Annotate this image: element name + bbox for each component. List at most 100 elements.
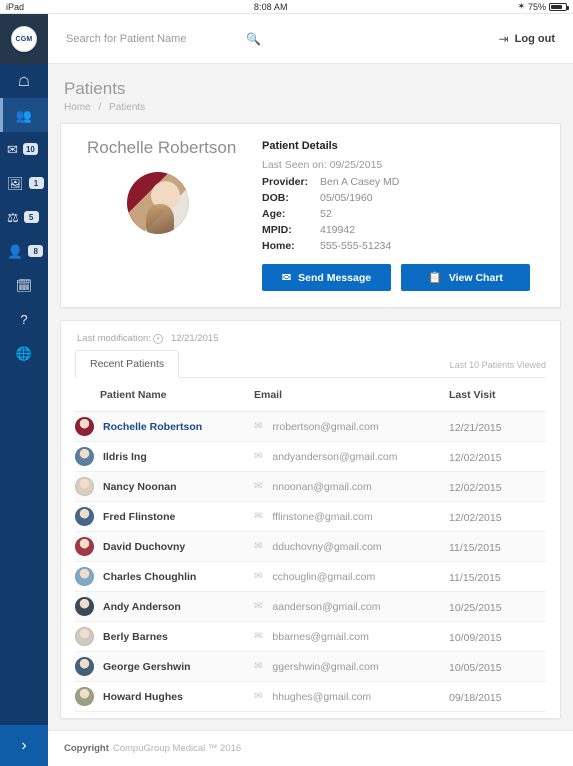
sidebar-item-globe[interactable]: 🌐 bbox=[0, 336, 48, 370]
mpid-label: MPID: bbox=[262, 224, 292, 236]
view-chart-button[interactable]: 📋 View Chart bbox=[401, 264, 530, 291]
table-row[interactable]: Berly Barnes ✉ bbarnes@gmail.com 10/09/2015 bbox=[75, 621, 546, 652]
table-row[interactable]: Rochelle Robertson ✉ rrobertson@gmail.com 1… bbox=[75, 411, 546, 442]
send-message-button[interactable]: ✉ Send Message bbox=[262, 264, 391, 291]
search-container[interactable]: 🔍 bbox=[66, 32, 499, 46]
sidebar-item-users[interactable]: 👤 8 bbox=[0, 234, 48, 268]
age-label: Age: bbox=[262, 208, 286, 220]
email-value: rrobertson@gmail.com bbox=[272, 420, 379, 433]
table-row[interactable]: Nancy Noonan ✉ nnoonan@gmail.com 12/02/2015 bbox=[75, 471, 546, 502]
mail-icon: ✉ bbox=[254, 421, 263, 432]
sidebar-item-patients[interactable]: 👥 bbox=[0, 98, 48, 132]
page-header: Patients Home / Patients bbox=[60, 76, 561, 123]
labs-badge: 5 bbox=[23, 211, 39, 223]
cell-last-visit: 12/02/2015 bbox=[449, 441, 546, 472]
sidebar-item-labs[interactable]: ⚖ 5 bbox=[0, 200, 48, 234]
detail-row-provider: Provider: Ben A Casey MD bbox=[262, 176, 544, 188]
tab-recent-patients[interactable]: Recent Patients bbox=[75, 350, 180, 378]
cell-last-visit: 09/18/2015 bbox=[449, 681, 546, 712]
mail-icon: ✉ bbox=[254, 511, 263, 522]
app-root: iPad 8:08 AM ✶ 75% CGM ☖ 👥 ✉ 10 🖼 1 ⚖ 5 … bbox=[0, 0, 573, 766]
column-header-patient-name[interactable]: Patient Name bbox=[75, 378, 254, 412]
cell-patient-name: Charles Choughlin bbox=[75, 561, 254, 592]
cell-email: ✉ hhughes@gmail.com bbox=[254, 681, 449, 712]
sidebar-item-images[interactable]: 🖼 1 bbox=[0, 166, 48, 200]
avatar bbox=[75, 597, 94, 616]
page-title: Patients bbox=[64, 79, 126, 98]
clock-icon: ◕ bbox=[152, 333, 163, 344]
search-icon[interactable]: 🔍 bbox=[246, 32, 261, 46]
sidebar-item-home[interactable]: ☖ bbox=[0, 64, 48, 98]
avatar bbox=[75, 627, 94, 646]
dob-label: DOB: bbox=[262, 192, 289, 204]
last-visit-value: 12/21/2015 bbox=[449, 421, 502, 434]
cell-patient-name: Fred Flinstone bbox=[75, 501, 254, 532]
cell-patient-name: Howard Hughes bbox=[75, 681, 254, 712]
logout-icon: ⇥ bbox=[498, 31, 509, 46]
cell-email: ✉ dduchovny@gmail.com bbox=[254, 531, 449, 562]
cell-last-visit: 12/02/2015 bbox=[449, 501, 546, 532]
email-value: fflinstone@gmail.com bbox=[272, 510, 373, 523]
bluetooth-icon: ✶ bbox=[517, 1, 525, 11]
sidebar-item-calendar[interactable]: 🗓 bbox=[0, 268, 48, 302]
patient-name-link[interactable]: Berly Barnes bbox=[103, 631, 168, 643]
breadcrumb-home-link[interactable]: Home bbox=[64, 102, 91, 113]
mpid-value: 419942 bbox=[320, 224, 356, 236]
tab-bar: Recent Patients Last 10 Patients Viewed bbox=[75, 350, 546, 378]
sidebar-expand-button[interactable]: › bbox=[0, 725, 48, 766]
images-badge: 1 bbox=[28, 177, 44, 189]
column-header-last-visit[interactable]: Last Visit bbox=[449, 378, 546, 412]
cell-email: ✉ bbarnes@gmail.com bbox=[254, 621, 449, 652]
table-row[interactable]: Ildris Ing ✉ andyanderson@gmail.com 12/02/2… bbox=[75, 441, 546, 472]
cell-email: ✉ cchouglin@gmail.com bbox=[254, 561, 449, 592]
cell-patient-name: Berly Barnes bbox=[75, 621, 254, 652]
table-row[interactable]: David Duchovny ✉ dduchovny@gmail.com 11/15/… bbox=[75, 531, 546, 562]
sidebar-nav: ☖ 👥 ✉ 10 🖼 1 ⚖ 5 👤 8 🗓 ? 🌐 bbox=[0, 64, 48, 725]
mail-icon: ✉ bbox=[254, 541, 263, 552]
table-row[interactable]: Howard Hughes ✉ hhughes@gmail.com 09/18/201… bbox=[75, 681, 546, 712]
patient-name-link[interactable]: Charles Choughlin bbox=[103, 571, 196, 583]
patient-detail-card: Rochelle Robertson Patient Details Last … bbox=[60, 123, 561, 308]
last-visit-value: 10/25/2015 bbox=[449, 601, 502, 614]
last-visit-value: 11/15/2015 bbox=[449, 541, 501, 554]
patients-table: Patient Name Email Last Visit Rochelle R… bbox=[75, 378, 546, 712]
patient-name-link[interactable]: Ildris Ing bbox=[103, 451, 147, 463]
main-content: Patients Home / Patients Rochelle Robert… bbox=[48, 64, 573, 730]
search-input[interactable] bbox=[66, 32, 236, 45]
mail-icon: ✉ bbox=[254, 451, 263, 462]
patient-name-link[interactable]: Rochelle Robertson bbox=[103, 421, 202, 433]
logout-label: Log out bbox=[514, 32, 555, 45]
lab-icon: ⚖ bbox=[7, 209, 19, 225]
patient-name-link[interactable]: Fred Flinstone bbox=[103, 511, 175, 523]
globe-icon: 🌐 bbox=[15, 345, 33, 361]
detail-row-age: Age: 52 bbox=[262, 208, 544, 220]
logout-button[interactable]: ⇥ Log out bbox=[499, 32, 555, 46]
table-row[interactable]: George Gershwin ✉ ggershwin@gmail.com 10/05… bbox=[75, 651, 546, 682]
cell-email: ✉ andyanderson@gmail.com bbox=[254, 441, 449, 472]
cell-email: ✉ aanderson@gmail.com bbox=[254, 591, 449, 622]
user-icon: 👤 bbox=[7, 243, 24, 259]
table-row[interactable]: Andy Anderson ✉ aanderson@gmail.com 10/25/2… bbox=[75, 591, 546, 622]
last-visit-value: 10/05/2015 bbox=[449, 661, 502, 674]
messages-badge: 10 bbox=[22, 143, 38, 155]
avatar bbox=[75, 447, 94, 466]
patient-name-link[interactable]: George Gershwin bbox=[103, 661, 191, 673]
provider-label: Provider: bbox=[262, 176, 309, 188]
table-row[interactable]: Fred Flinstone ✉ fflinstone@gmail.com 12/02… bbox=[75, 501, 546, 532]
patient-detail-right: Patient Details Last Seen on: 09/25/2015… bbox=[262, 138, 544, 291]
sidebar-item-messages[interactable]: ✉ 10 bbox=[0, 132, 48, 166]
patient-name-link[interactable]: Howard Hughes bbox=[103, 691, 183, 703]
avatar bbox=[75, 477, 94, 496]
calendar-icon: 🗓 bbox=[15, 277, 33, 293]
patient-name-link[interactable]: Nancy Noonan bbox=[103, 481, 177, 493]
view-chart-label: View Chart bbox=[448, 271, 503, 284]
breadcrumb-current: Patients bbox=[109, 102, 146, 113]
last-visit-value: 10/09/2015 bbox=[449, 631, 502, 644]
sidebar-item-help[interactable]: ? bbox=[0, 302, 48, 336]
cell-patient-name: Nancy Noonan bbox=[75, 471, 254, 502]
patient-name-link[interactable]: David Duchovny bbox=[103, 541, 185, 553]
sidebar-logo[interactable]: CGM bbox=[0, 14, 48, 64]
patient-name-link[interactable]: Andy Anderson bbox=[103, 601, 181, 613]
column-header-email[interactable]: Email bbox=[254, 378, 449, 412]
table-row[interactable]: Charles Choughlin ✉ cchouglin@gmail.com 11/… bbox=[75, 561, 546, 592]
